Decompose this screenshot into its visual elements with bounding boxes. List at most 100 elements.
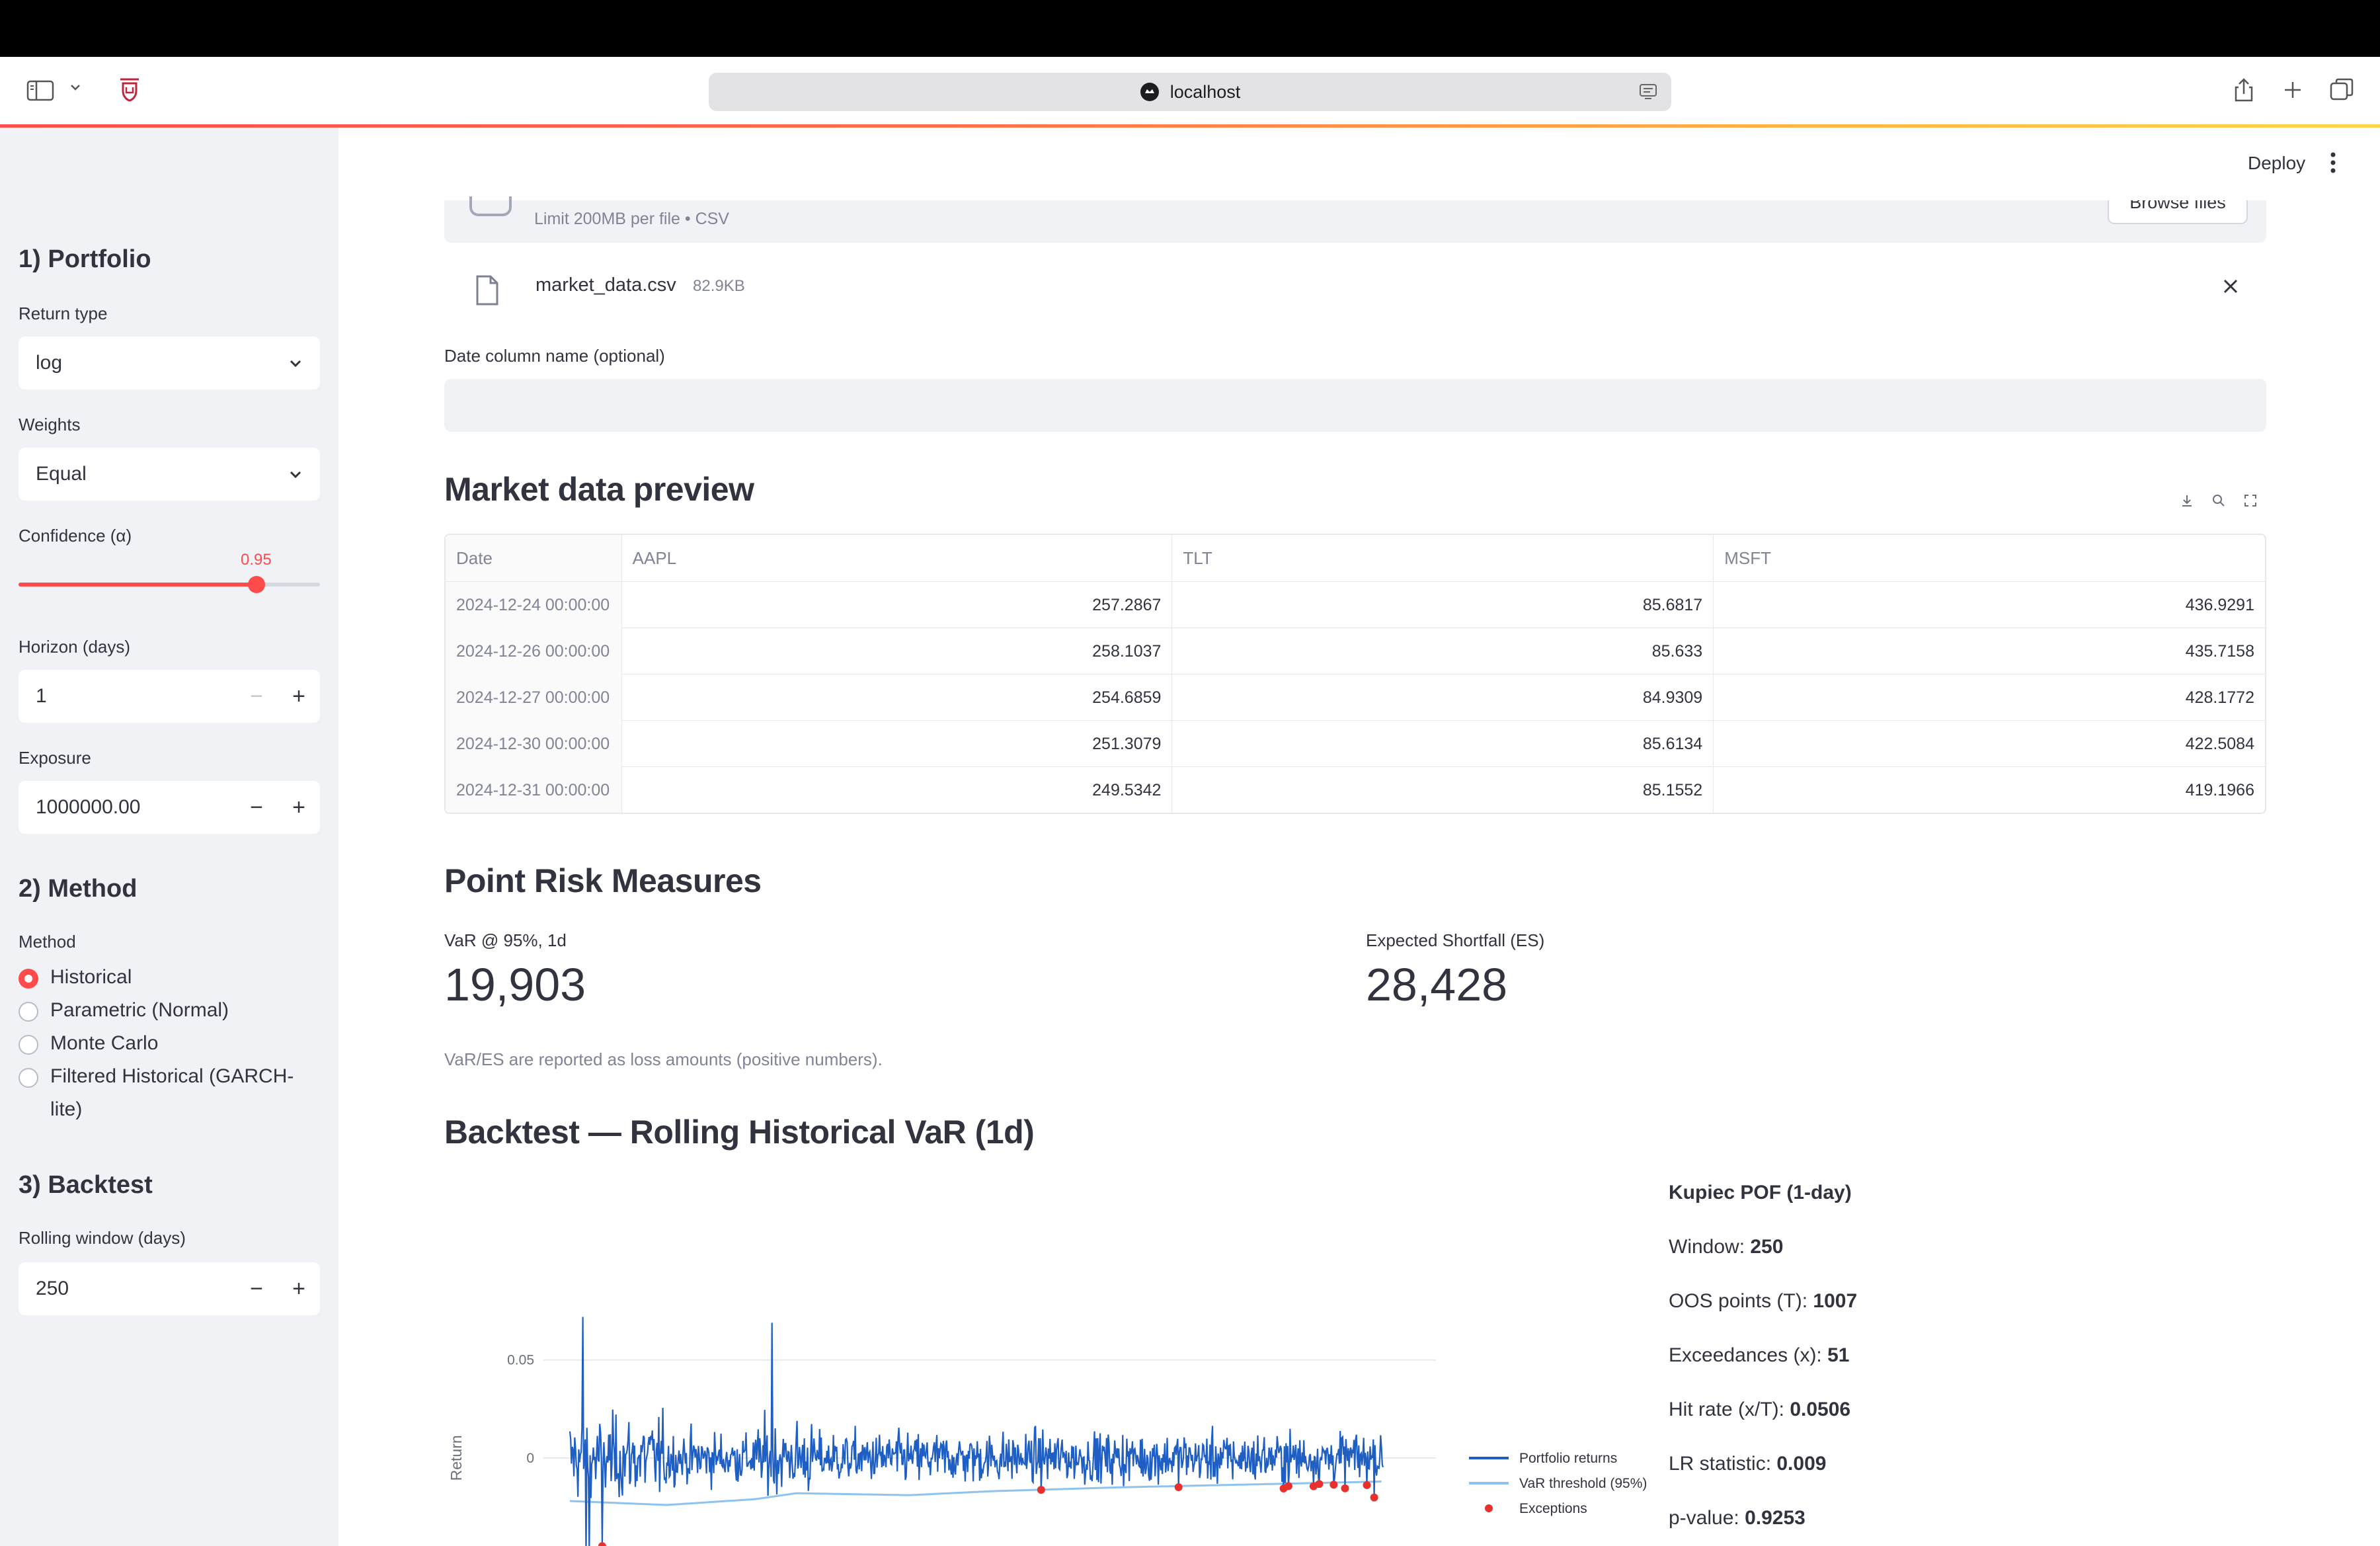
table-cell-date: 2024-12-31 00:00:00 — [446, 767, 621, 813]
method-option-label: Filtered Historical (GARCH-lite) — [50, 1065, 294, 1120]
search-icon[interactable] — [2211, 493, 2226, 508]
table-cell: 85.633 — [1171, 628, 1713, 674]
confidence-slider[interactable] — [19, 576, 320, 593]
legend-swatch-exceptions — [1485, 1504, 1493, 1512]
rolling-window-decrement-button[interactable]: − — [235, 1262, 278, 1315]
kupiec-value: 1007 — [1813, 1290, 1858, 1312]
horizon-value[interactable]: 1 — [19, 685, 235, 708]
table-cell-date: 2024-12-24 00:00:00 — [446, 582, 621, 628]
file-dropzone[interactable]: Limit 200MB per file • CSV — [444, 196, 2266, 243]
sidebar-toggle-icon[interactable] — [26, 79, 54, 102]
site-favicon-icon — [1140, 83, 1159, 101]
kupiec-label: Exceedances (x): — [1669, 1344, 1828, 1366]
kupiec-label: LR statistic: — [1669, 1453, 1777, 1475]
browse-files-button[interactable]: Browse files — [2108, 200, 2248, 224]
legend-entry-var[interactable]: VaR threshold (95%) — [1519, 1476, 1647, 1491]
exposure-input[interactable]: 1000000.00 − + — [19, 781, 320, 834]
confidence-slider-thumb[interactable] — [248, 576, 265, 593]
share-icon[interactable] — [2229, 75, 2258, 104]
table-cell: 436.9291 — [1713, 582, 2265, 628]
new-tab-icon[interactable] — [2278, 75, 2307, 104]
exception-marker — [1037, 1486, 1045, 1494]
upload-cloud-icon — [469, 196, 512, 216]
table-cell-date: 2024-12-26 00:00:00 — [446, 628, 621, 674]
horizon-input[interactable]: 1 − + — [19, 670, 320, 723]
column-header-msft[interactable]: MSFT — [1713, 535, 2265, 581]
horizon-increment-button[interactable]: + — [278, 670, 320, 723]
deploy-button[interactable]: Deploy — [2248, 153, 2305, 174]
kupiec-window: Window: 250 — [1669, 1236, 1783, 1258]
column-header-tlt[interactable]: TLT — [1171, 535, 1713, 581]
market-data-preview-heading: Market data preview — [444, 471, 754, 508]
upload-limit-text: Limit 200MB per file • CSV — [534, 210, 729, 228]
radio-selected-icon[interactable] — [19, 969, 38, 989]
kupiec-label: p-value: — [1669, 1507, 1745, 1529]
rolling-window-value[interactable]: 250 — [19, 1278, 235, 1300]
y-tick-label: 0.05 — [507, 1353, 534, 1368]
fullscreen-icon[interactable] — [2243, 493, 2258, 508]
method-option-historical[interactable]: Historical — [19, 966, 132, 994]
method-option-label: Monte Carlo — [50, 1032, 159, 1054]
radio-icon[interactable] — [19, 1068, 38, 1088]
backtest-heading: Backtest — Rolling Historical VaR (1d) — [444, 1114, 1035, 1151]
kupiec-label: Hit rate (x/T): — [1669, 1399, 1790, 1420]
date-column-input[interactable] — [444, 379, 2266, 432]
chevron-down-icon — [290, 471, 301, 479]
table-row: 2024-12-31 00:00:00 249.5342 85.1552 419… — [446, 766, 2265, 813]
y-tick-label: 0 — [526, 1451, 534, 1466]
column-header-aapl[interactable]: AAPL — [621, 535, 1172, 581]
kupiec-label: Window: — [1669, 1236, 1751, 1258]
y-axis-label: Return — [448, 1435, 465, 1481]
portfolio-returns-series — [569, 1317, 1384, 1546]
method-option-parametric[interactable]: Parametric (Normal) — [19, 999, 229, 1027]
weights-label: Weights — [19, 415, 81, 434]
chevron-down-icon[interactable] — [69, 81, 82, 94]
var-metric-label: VaR @ 95%, 1d — [444, 930, 567, 950]
download-icon[interactable] — [2180, 493, 2194, 508]
rolling-window-increment-button[interactable]: + — [278, 1262, 320, 1315]
more-options-icon[interactable] — [2328, 151, 2338, 174]
exposure-decrement-button[interactable]: − — [235, 781, 278, 834]
rolling-window-input[interactable]: 250 − + — [19, 1262, 320, 1315]
exceptions-series — [598, 1480, 1378, 1546]
url-text: localhost — [1170, 81, 1241, 102]
return-type-select[interactable]: log — [19, 337, 320, 389]
kupiec-hit-rate: Hit rate (x/T): 0.0506 — [1669, 1399, 1850, 1421]
tab-overview-icon[interactable] — [2327, 75, 2356, 104]
es-metric-value: 28,428 — [1366, 959, 1508, 1010]
table-cell: 254.6859 — [621, 674, 1172, 721]
market-data-table[interactable]: Date AAPL TLT MSFT 2024-12-24 00:00:00 2… — [444, 534, 2266, 814]
backtest-chart[interactable]: 0.05 0 Return Portfolio returns VaR thre… — [438, 1291, 1681, 1546]
main-content: Deploy Limit 200MB per file • CSV Browse… — [338, 128, 2380, 1546]
es-metric-label: Expected Shortfall (ES) — [1366, 930, 1545, 950]
table-cell: 435.7158 — [1713, 628, 2265, 674]
point-risk-heading: Point Risk Measures — [444, 862, 762, 899]
kupiec-p-value: p-value: 0.9253 — [1669, 1507, 1805, 1529]
exposure-label: Exposure — [19, 748, 91, 768]
legend-entry-exceptions[interactable]: Exceptions — [1519, 1501, 1587, 1516]
kupiec-value: 0.9253 — [1745, 1507, 1805, 1529]
radio-icon[interactable] — [19, 1035, 38, 1055]
reader-mode-icon[interactable] — [1638, 83, 1658, 101]
table-cell: 422.5084 — [1713, 721, 2265, 767]
shield-extension-icon[interactable] — [118, 77, 141, 103]
table-cell: 85.1552 — [1171, 767, 1713, 813]
table-row: 2024-12-26 00:00:00 258.1037 85.633 435.… — [446, 628, 2265, 674]
browser-toolbar: localhost — [0, 57, 2380, 126]
method-option-monte-carlo[interactable]: Monte Carlo — [19, 1032, 158, 1060]
address-bar[interactable]: localhost — [709, 73, 1671, 111]
kupiec-title: Kupiec POF (1-day) — [1669, 1182, 1852, 1204]
var-threshold-line — [569, 1481, 1382, 1506]
exposure-increment-button[interactable]: + — [278, 781, 320, 834]
horizon-decrement-button[interactable]: − — [235, 670, 278, 723]
legend-entry-returns[interactable]: Portfolio returns — [1519, 1451, 1617, 1466]
weights-select[interactable]: Equal — [19, 448, 320, 501]
table-row: 2024-12-30 00:00:00 251.3079 85.6134 422… — [446, 720, 2265, 767]
confidence-slider-fill — [19, 583, 257, 587]
exposure-value[interactable]: 1000000.00 — [19, 796, 235, 819]
close-icon[interactable] — [2221, 277, 2240, 296]
kupiec-lr-statistic: LR statistic: 0.009 — [1669, 1453, 1826, 1475]
method-option-filtered-historical[interactable]: Filtered Historical (GARCH-lite) — [19, 1065, 296, 1126]
radio-icon[interactable] — [19, 1002, 38, 1022]
column-header-date[interactable]: Date — [446, 535, 621, 581]
